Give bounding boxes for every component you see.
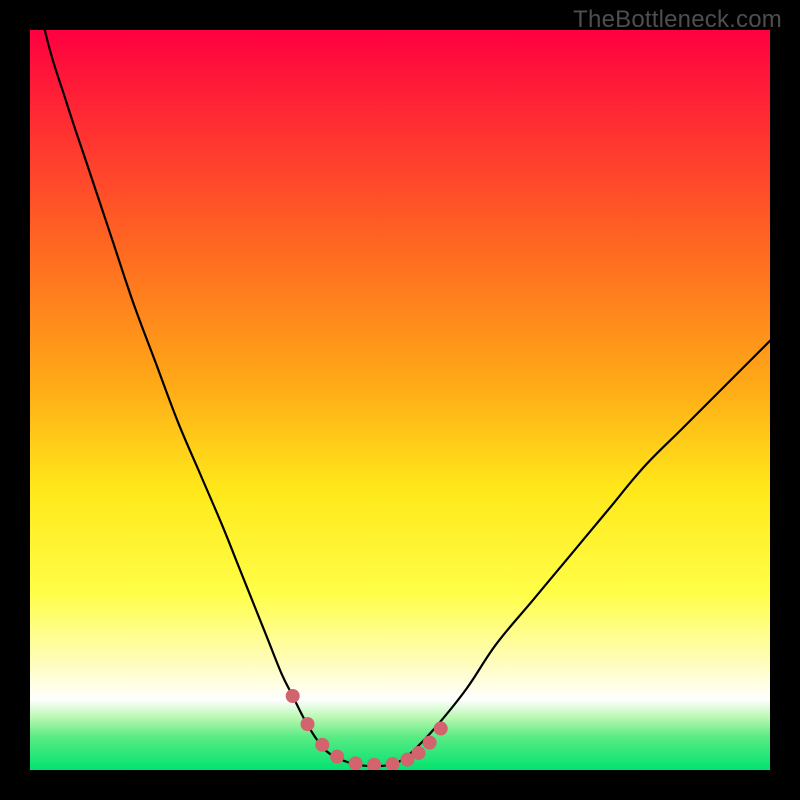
highlight-dot (434, 722, 448, 736)
chart-background-gradient (30, 30, 770, 770)
highlight-dot (301, 717, 315, 731)
chart-plot-area (30, 30, 770, 770)
highlight-dot (423, 736, 437, 750)
highlight-dot (349, 756, 363, 770)
watermark-text: TheBottleneck.com (573, 6, 782, 34)
chart-svg (30, 30, 770, 770)
highlight-dot (330, 750, 344, 764)
highlight-dot (412, 746, 426, 760)
chart-frame: TheBottleneck.com (0, 0, 800, 800)
highlight-dot (315, 738, 329, 752)
highlight-dot (286, 689, 300, 703)
